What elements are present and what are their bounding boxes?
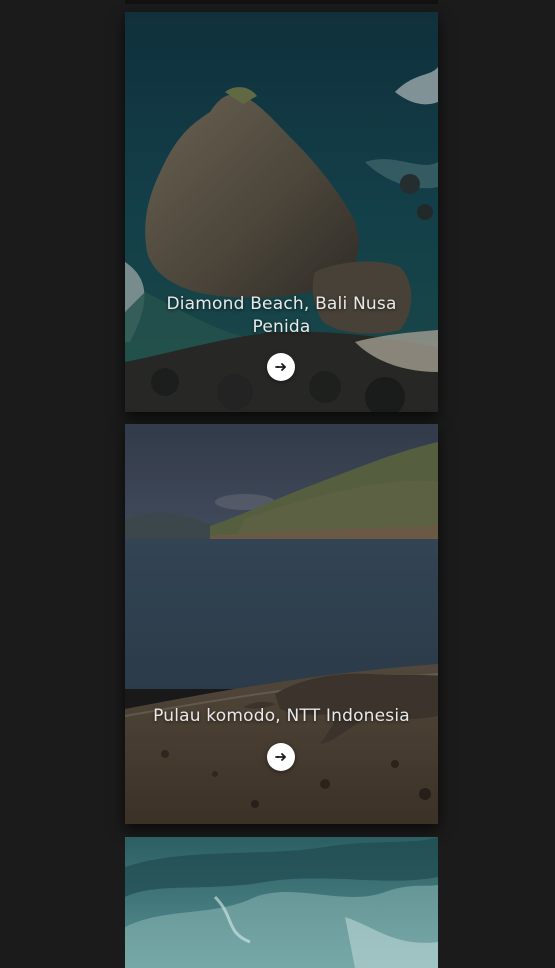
- card-title: Pulau komodo, NTT Indonesia: [153, 706, 410, 726]
- view-destination-button[interactable]: [267, 353, 295, 381]
- destination-card-pulau-komodo[interactable]: Pulau komodo, NTT Indonesia: [125, 424, 438, 824]
- view-destination-button[interactable]: [267, 743, 295, 771]
- arrow-right-icon: [275, 363, 286, 371]
- destination-feed: Diamond Beach, Bali Nusa Penida Pulau ko…: [0, 0, 555, 968]
- next-destination-photo: [125, 837, 438, 968]
- arrow-right-icon: [275, 753, 286, 761]
- previous-card-edge: [125, 0, 438, 4]
- destination-card-diamond-beach[interactable]: Diamond Beach, Bali Nusa Penida: [125, 12, 438, 412]
- destination-card-next[interactable]: [125, 837, 438, 968]
- photo-overlay: [125, 12, 438, 412]
- card-title: Diamond Beach, Bali Nusa Penida: [166, 294, 397, 337]
